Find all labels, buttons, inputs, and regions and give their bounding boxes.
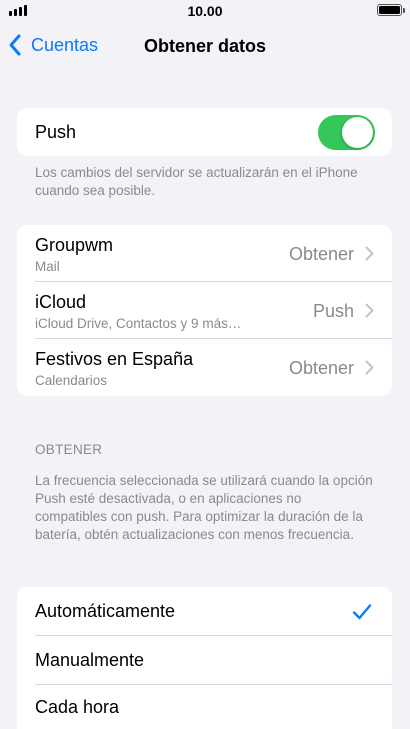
battery-icon (377, 4, 405, 16)
status-bar: 10.00 (0, 0, 410, 24)
account-name: iCloud (35, 292, 87, 312)
fetch-options-group: Automáticamente Manualmente Cada hora (17, 587, 392, 729)
fetch-section-header: OBTENER (35, 442, 103, 457)
checkmark-icon (352, 604, 372, 620)
push-toggle[interactable] (318, 115, 375, 150)
chevron-right-icon (365, 303, 374, 318)
account-row-groupwm[interactable]: Groupwm Mail Obtener (17, 225, 392, 282)
account-subtitle: Mail (35, 259, 60, 274)
fetch-footer: La frecuencia seleccionada se utilizará … (35, 473, 373, 542)
fetch-option-hourly[interactable]: Cada hora (17, 685, 392, 729)
account-fetch-value: Push (312, 301, 354, 321)
account-name: Festivos en España (35, 349, 194, 369)
chevron-right-icon (365, 360, 374, 375)
fetch-option-label: Manualmente (35, 650, 145, 670)
push-label: Push (35, 122, 77, 142)
toggle-knob (342, 117, 373, 148)
account-subtitle: Calendarios (35, 373, 108, 388)
chevron-right-icon (365, 246, 374, 261)
navigation-bar: Cuentas Obtener datos (0, 26, 410, 68)
account-row-festivos[interactable]: Festivos en España Calendarios Obtener (17, 339, 392, 396)
status-time: 10.00 (187, 3, 223, 19)
push-group: Push (17, 108, 392, 156)
fetch-option-label: Cada hora (35, 697, 120, 717)
fetch-option-manual[interactable]: Manualmente (17, 636, 392, 685)
account-fetch-value: Obtener (288, 358, 354, 378)
account-name: Groupwm (35, 235, 114, 255)
push-footer: Los cambios del servidor se actualizarán… (35, 165, 358, 198)
account-subtitle: iCloud Drive, Contactos y 9 más… (35, 316, 242, 331)
account-row-icloud[interactable]: iCloud iCloud Drive, Contactos y 9 más… … (17, 282, 392, 339)
fetch-option-label: Automáticamente (35, 601, 176, 621)
fetch-option-automatic[interactable]: Automáticamente (17, 587, 392, 636)
page-title: Obtener datos (143, 36, 267, 56)
account-fetch-value: Obtener (288, 244, 354, 264)
accounts-group: Groupwm Mail Obtener iCloud iCloud Drive… (17, 225, 392, 396)
push-row: Push (17, 108, 392, 156)
